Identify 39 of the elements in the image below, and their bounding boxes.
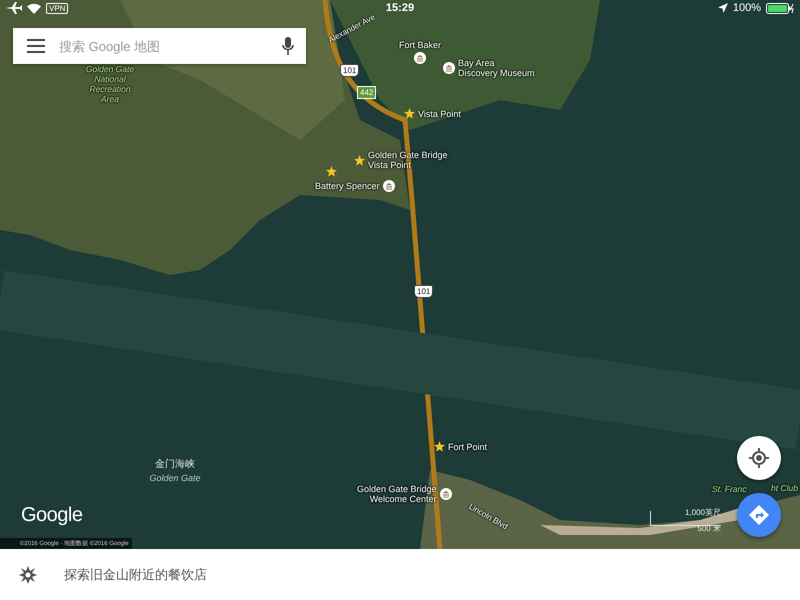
- vpn-badge: VPN: [46, 2, 68, 14]
- scale-metric: 500 米: [697, 525, 721, 533]
- star-icon[interactable]: [434, 441, 445, 452]
- compass-star-icon: [19, 566, 37, 584]
- location-arrow-icon: [718, 3, 728, 13]
- landmark-icon[interactable]: [414, 52, 426, 64]
- park-label: Golden Gate National Recreation Area: [86, 64, 134, 104]
- place-label: Battery Spencer: [315, 181, 380, 191]
- place-label: Bay Area Discovery Museum: [458, 58, 535, 78]
- directions-icon: [748, 504, 770, 526]
- crosshair-icon: [749, 448, 769, 468]
- battery-icon: [766, 2, 794, 14]
- search-bar[interactable]: 搜索 Google 地图: [13, 28, 306, 64]
- park-label: ht Club: [771, 483, 798, 493]
- scale-imperial: 1,000英尺: [684, 509, 721, 517]
- place-label: Fort Point: [448, 442, 488, 452]
- microphone-icon[interactable]: [282, 37, 294, 55]
- landmark-icon[interactable]: [382, 180, 395, 192]
- water-label: 金门海峡: [155, 459, 195, 471]
- status-time: 15:29: [386, 2, 414, 14]
- airplane-icon: [6, 2, 22, 14]
- google-logo: Google: [21, 504, 82, 527]
- park-label: St. Franc: [712, 484, 746, 494]
- route-shield: 101: [414, 285, 434, 298]
- wifi-icon: [27, 2, 41, 14]
- explore-nearby-link[interactable]: 探索旧金山附近的餐饮店: [64, 566, 207, 584]
- menu-icon[interactable]: [27, 39, 45, 53]
- star-icon[interactable]: [354, 154, 365, 166]
- star-icon[interactable]: [326, 166, 337, 177]
- search-input[interactable]: 搜索 Google 地图: [59, 38, 268, 54]
- landmark-icon[interactable]: [443, 62, 455, 74]
- route-shield: 442: [357, 86, 376, 99]
- star-icon[interactable]: [404, 108, 415, 119]
- landmark-icon[interactable]: [440, 488, 452, 500]
- water-label: Golden Gate: [149, 472, 201, 484]
- place-label: Vista Point: [418, 108, 461, 118]
- battery-percent: 100%: [732, 2, 761, 14]
- place-label: Fort Baker: [399, 40, 442, 50]
- route-shield: 101: [340, 64, 360, 77]
